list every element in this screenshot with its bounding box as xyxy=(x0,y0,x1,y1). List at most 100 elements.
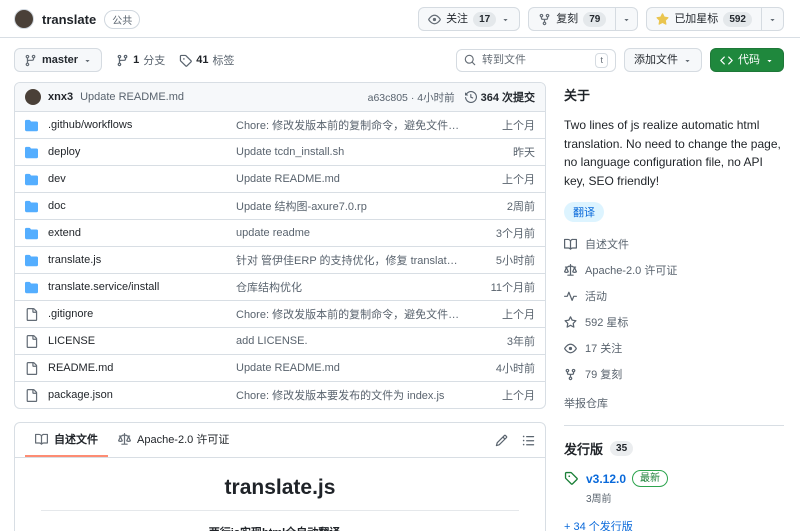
fork-dropdown-button[interactable] xyxy=(616,7,639,31)
commit-author-avatar[interactable] xyxy=(25,89,41,105)
commit-message-link[interactable]: Update README.md xyxy=(80,91,184,103)
file-name-link[interactable]: package.json xyxy=(48,389,236,401)
outline-button[interactable] xyxy=(522,434,535,447)
repo-owner-avatar[interactable] xyxy=(14,9,34,29)
file-commit-message-link[interactable]: 仓库结构优化 xyxy=(236,279,473,295)
table-row[interactable]: doc Update 结构图-axure7.0.rp 2周前 xyxy=(15,192,545,219)
chevron-down-icon xyxy=(765,56,774,65)
commit-history-link[interactable]: 364 次提交 xyxy=(464,89,535,105)
watch-button[interactable]: 关注 17 xyxy=(418,7,521,31)
table-row[interactable]: translate.js 针对 管伊佳ERP 的支持优化，修复 translat… xyxy=(15,246,545,273)
fork-icon xyxy=(538,13,551,26)
branch-selector[interactable]: master xyxy=(14,48,103,72)
file-name-link[interactable]: doc xyxy=(48,200,236,212)
sidebar: 关于 Two lines of js realize automatic htm… xyxy=(564,82,784,531)
file-commit-message-link[interactable]: Chore: 修改发版本前的复制命令，避免文件名重复 xyxy=(236,117,473,133)
table-row[interactable]: extend update readme 3个月前 xyxy=(15,219,545,246)
repo-description: Two lines of js realize automatic html t… xyxy=(564,118,781,188)
file-commit-message-link[interactable]: Chore: 修改发版本前的复制命令，避免文件名重复 xyxy=(236,306,473,322)
tab-license[interactable]: Apache-2.0 许可证 xyxy=(108,423,239,457)
table-row[interactable]: README.md Update README.md 4小时前 xyxy=(15,354,545,381)
commit-sha-time[interactable]: a63c805 · 4小时前 xyxy=(368,90,455,105)
about-meta-item[interactable]: 17 关注 xyxy=(564,340,784,356)
tab-readme[interactable]: 自述文件 xyxy=(25,423,108,457)
file-type-icon xyxy=(25,119,39,132)
fork-count: 79 xyxy=(583,11,607,27)
file-name-link[interactable]: translate.service/install xyxy=(48,281,236,293)
file-commit-date: 上个月 xyxy=(502,390,535,402)
chevron-down-icon xyxy=(768,15,777,24)
file-type-icon xyxy=(25,146,39,159)
file-name-link[interactable]: .github/workflows xyxy=(48,119,236,131)
file-commit-message-link[interactable]: add LICENSE. xyxy=(236,335,473,347)
star-filled-icon xyxy=(656,12,669,26)
commit-author-link[interactable]: xnx3 xyxy=(48,91,73,103)
file-commit-date: 3年前 xyxy=(506,336,535,348)
releases-count: 35 xyxy=(610,441,634,457)
star-count: 592 xyxy=(723,11,752,27)
add-file-button[interactable]: 添加文件 xyxy=(624,48,702,72)
files-column: xnx3 Update README.md a63c805 · 4小时前 364… xyxy=(14,82,546,531)
edit-readme-button[interactable] xyxy=(495,434,508,447)
file-commit-message-link[interactable]: 针对 管伊佳ERP 的支持优化，修复 translate.selectLangu… xyxy=(236,252,473,268)
git-branch-icon xyxy=(24,54,37,67)
table-row[interactable]: deploy Update tcdn_install.sh 昨天 xyxy=(15,138,545,165)
meta-icon xyxy=(564,290,577,303)
keyboard-shortcut-hint: t xyxy=(595,52,608,68)
fork-button[interactable]: 复刻 79 xyxy=(528,7,617,31)
table-row[interactable]: .github/workflows Chore: 修改发版本前的复制命令，避免文… xyxy=(15,112,545,138)
about-meta-item[interactable]: 79 复刻 xyxy=(564,366,784,382)
watch-count: 17 xyxy=(473,11,497,27)
file-type-icon xyxy=(25,361,39,375)
file-commit-date: 4小时前 xyxy=(495,363,535,375)
readme-card: 自述文件 Apache-2.0 许可证 translate.js 两 xyxy=(14,422,546,531)
file-commit-message-link[interactable]: Update 结构图-axure7.0.rp xyxy=(236,198,473,214)
file-name-link[interactable]: .gitignore xyxy=(48,308,236,320)
meta-icon xyxy=(564,342,577,355)
toolbar-right: t 添加文件 代码 xyxy=(456,48,784,72)
table-row[interactable]: LICENSE add LICENSE. 3年前 xyxy=(15,327,545,354)
topic-tag[interactable]: 翻译 xyxy=(564,202,604,223)
law-icon xyxy=(118,432,131,446)
file-commit-message-link[interactable]: Update README.md xyxy=(236,173,473,185)
table-row[interactable]: .gitignore Chore: 修改发版本前的复制命令，避免文件名重复 上个… xyxy=(15,300,545,327)
about-meta-item[interactable]: 自述文件 xyxy=(564,236,784,252)
table-row[interactable]: translate.service/install 仓库结构优化 11个月前 xyxy=(15,273,545,300)
meta-icon xyxy=(564,368,577,381)
code-button[interactable]: 代码 xyxy=(710,48,784,72)
report-repository-link[interactable]: 举报仓库 xyxy=(564,395,784,411)
file-commit-message-link[interactable]: Update tcdn_install.sh xyxy=(236,146,473,158)
file-commit-message-link[interactable]: Chore: 修改发版本要发布的文件为 index.js xyxy=(236,387,473,403)
history-icon xyxy=(464,91,477,103)
file-name-link[interactable]: translate.js xyxy=(48,254,236,266)
file-name-link[interactable]: deploy xyxy=(48,146,236,158)
file-name-link[interactable]: LICENSE xyxy=(48,335,236,347)
table-row[interactable]: dev Update README.md 上个月 xyxy=(15,165,545,192)
repo-name-link[interactable]: translate xyxy=(42,12,96,27)
about-meta-item[interactable]: 592 星标 xyxy=(564,314,784,330)
file-name-link[interactable]: extend xyxy=(48,227,236,239)
book-icon xyxy=(35,433,48,446)
file-list: .github/workflows Chore: 修改发版本前的复制命令，避免文… xyxy=(15,112,545,408)
star-dropdown-button[interactable] xyxy=(762,7,784,31)
go-to-file-search[interactable]: t xyxy=(456,48,616,72)
more-releases-link[interactable]: + 34 个发行版 xyxy=(564,518,784,531)
file-type-icon xyxy=(25,173,39,186)
meta-icon xyxy=(564,263,577,277)
about-meta-item[interactable]: 活动 xyxy=(564,288,784,304)
file-name-link[interactable]: dev xyxy=(48,173,236,185)
release-version: v3.12.0 xyxy=(586,471,627,486)
about-meta-item[interactable]: Apache-2.0 许可证 xyxy=(564,262,784,278)
visibility-badge: 公共 xyxy=(104,9,141,29)
latest-release-link[interactable]: v3.12.0 最新 3周前 xyxy=(564,470,784,505)
meta-icon xyxy=(564,238,577,251)
file-name-link[interactable]: README.md xyxy=(48,362,236,374)
search-input[interactable] xyxy=(482,54,590,66)
table-row[interactable]: package.json Chore: 修改发版本要发布的文件为 index.j… xyxy=(15,381,545,408)
star-button[interactable]: 已加星标 592 xyxy=(646,7,762,31)
file-commit-message-link[interactable]: update readme xyxy=(236,227,473,239)
latest-commit-bar: xnx3 Update README.md a63c805 · 4小时前 364… xyxy=(15,83,545,112)
branches-link[interactable]: 1 分支 xyxy=(116,52,165,68)
file-commit-message-link[interactable]: Update README.md xyxy=(236,362,473,374)
tags-link[interactable]: 41 标签 xyxy=(179,52,234,68)
